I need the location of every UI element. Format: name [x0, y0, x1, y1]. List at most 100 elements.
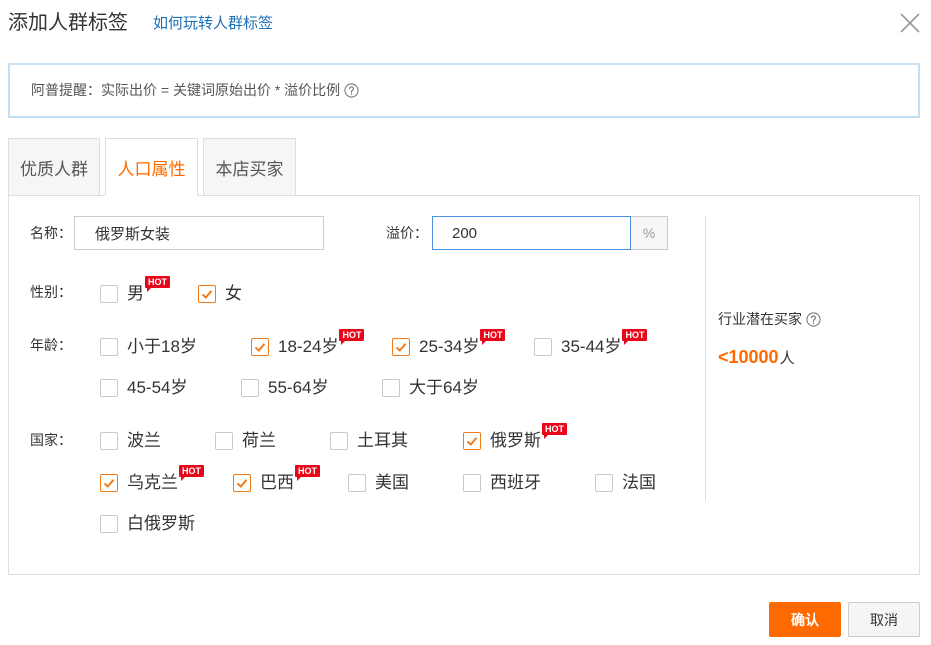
- hot-badge: HOT: [542, 423, 567, 439]
- notice-content: 阿普提醒：实际出价 = 关键词原始出价 * 溢价比例: [31, 80, 359, 100]
- check-icon: [254, 343, 266, 352]
- country-label: 国家：: [30, 432, 72, 448]
- option-label: 波兰: [127, 431, 161, 450]
- question-circle-icon[interactable]: [806, 311, 821, 327]
- checkbox[interactable]: [463, 474, 481, 492]
- checkbox[interactable]: [241, 379, 259, 397]
- gender-label: 性别：: [30, 284, 72, 300]
- option-label: 35-44岁: [561, 337, 622, 356]
- age-label: 年龄：: [30, 337, 72, 353]
- option-label: 美国: [375, 473, 409, 492]
- checkbox[interactable]: [100, 338, 118, 356]
- country-option-russia[interactable]: 俄罗斯 HOT: [463, 423, 567, 450]
- option-label: 西班牙: [490, 473, 541, 492]
- option-label: 俄罗斯: [490, 431, 541, 450]
- option-label: 乌克兰: [127, 473, 178, 492]
- potential-buyers-count: <10000: [718, 347, 779, 367]
- notice-text: 阿普提醒：实际出价 = 关键词原始出价 * 溢价比例: [31, 82, 341, 98]
- option-label: 土耳其: [357, 431, 408, 450]
- potential-buyers-label-row: 行业潜在买家: [718, 309, 821, 329]
- tab-label: 本店买家: [215, 159, 284, 179]
- checkbox[interactable]: [100, 474, 118, 492]
- option-label: 25-34岁: [419, 337, 480, 356]
- check-icon: [236, 479, 248, 488]
- confirm-button[interactable]: 确认: [769, 602, 841, 637]
- hot-badge: HOT: [339, 329, 365, 345]
- checkbox[interactable]: [100, 285, 118, 303]
- close-icon[interactable]: [899, 12, 921, 34]
- question-circle-icon[interactable]: [344, 82, 359, 98]
- age-option-18-24[interactable]: 18-24岁 HOT: [251, 329, 365, 356]
- option-label: 巴西: [260, 473, 294, 492]
- check-icon: [466, 437, 478, 446]
- option-label: 小于18岁: [127, 337, 197, 356]
- hot-badge: HOT: [145, 276, 170, 292]
- dialog-title: 添加人群标签: [8, 12, 128, 34]
- country-option-belarus[interactable]: 白俄罗斯: [100, 515, 195, 533]
- checkbox[interactable]: [100, 515, 118, 533]
- potential-buyers-label: 行业潜在买家: [718, 311, 802, 327]
- age-option-45-54[interactable]: 45-54岁: [100, 379, 187, 397]
- premium-input[interactable]: [432, 216, 631, 250]
- name-label: 名称：: [30, 225, 72, 241]
- checkbox[interactable]: [100, 379, 118, 397]
- checkbox[interactable]: [330, 432, 348, 450]
- gender-option-male[interactable]: 男 HOT: [100, 276, 170, 303]
- potential-buyers-value-row: <10000 人: [718, 347, 795, 371]
- vertical-divider: [705, 216, 706, 501]
- age-option-35-44[interactable]: 35-44岁 HOT: [534, 329, 648, 356]
- country-option-spain[interactable]: 西班牙: [463, 474, 541, 492]
- checkbox[interactable]: [215, 432, 233, 450]
- age-option-under-18[interactable]: 小于18岁: [100, 338, 197, 356]
- age-option-over-64[interactable]: 大于64岁: [382, 379, 479, 397]
- premium-unit-addon: %: [631, 216, 668, 250]
- hot-badge: HOT: [480, 329, 506, 345]
- age-option-25-34[interactable]: 25-34岁 HOT: [392, 329, 506, 356]
- option-label: 荷兰: [242, 431, 276, 450]
- country-option-brazil[interactable]: 巴西 HOT: [233, 465, 320, 492]
- tab-label: 优质人群: [20, 159, 88, 179]
- country-option-turkey[interactable]: 土耳其: [330, 432, 408, 450]
- country-option-netherlands[interactable]: 荷兰: [215, 432, 276, 450]
- checkbox[interactable]: [392, 338, 410, 356]
- checkbox[interactable]: [251, 338, 269, 356]
- check-icon: [395, 343, 407, 352]
- demographics-panel: 名称： 溢价： % 行业潜在买家 <10000 人 性别： 男 HOT: [8, 195, 920, 575]
- country-option-usa[interactable]: 美国: [348, 474, 409, 492]
- checkbox[interactable]: [100, 432, 118, 450]
- tab-store-buyers[interactable]: 本店买家: [203, 138, 296, 195]
- tab-demographics[interactable]: 人口属性: [105, 138, 198, 196]
- cancel-button[interactable]: 取消: [848, 602, 920, 637]
- hot-badge: HOT: [295, 465, 320, 481]
- tab-quality-audience[interactable]: 优质人群: [8, 138, 100, 195]
- name-input[interactable]: [74, 216, 324, 250]
- checkbox[interactable]: [233, 474, 251, 492]
- checkbox[interactable]: [534, 338, 552, 356]
- option-label: 18-24岁: [278, 337, 339, 356]
- option-label: 白俄罗斯: [127, 514, 195, 533]
- option-label: 女: [225, 284, 242, 303]
- check-icon: [103, 479, 115, 488]
- option-label: 法国: [622, 473, 656, 492]
- country-option-poland[interactable]: 波兰: [100, 432, 161, 450]
- checkbox[interactable]: [382, 379, 400, 397]
- country-option-france[interactable]: 法国: [595, 474, 656, 492]
- add-audience-tag-dialog: 添加人群标签 如何玩转人群标签 阿普提醒：实际出价 = 关键词原始出价 * 溢价…: [0, 0, 931, 645]
- checkbox[interactable]: [595, 474, 613, 492]
- checkbox[interactable]: [198, 285, 216, 303]
- help-link[interactable]: 如何玩转人群标签: [153, 14, 273, 34]
- age-option-55-64[interactable]: 55-64岁: [241, 379, 328, 397]
- option-label: 大于64岁: [409, 378, 479, 397]
- tab-label: 人口属性: [117, 159, 186, 179]
- potential-buyers-unit: 人: [779, 350, 795, 367]
- hot-badge: HOT: [622, 329, 648, 345]
- hot-badge: HOT: [179, 465, 204, 481]
- option-label: 45-54岁: [127, 378, 188, 397]
- country-option-ukraine[interactable]: 乌克兰 HOT: [100, 465, 204, 492]
- option-label: 男: [127, 284, 144, 303]
- checkbox[interactable]: [348, 474, 366, 492]
- gender-option-female[interactable]: 女: [198, 285, 242, 303]
- option-label: 55-64岁: [268, 378, 329, 397]
- check-icon: [201, 290, 213, 299]
- checkbox[interactable]: [463, 432, 481, 450]
